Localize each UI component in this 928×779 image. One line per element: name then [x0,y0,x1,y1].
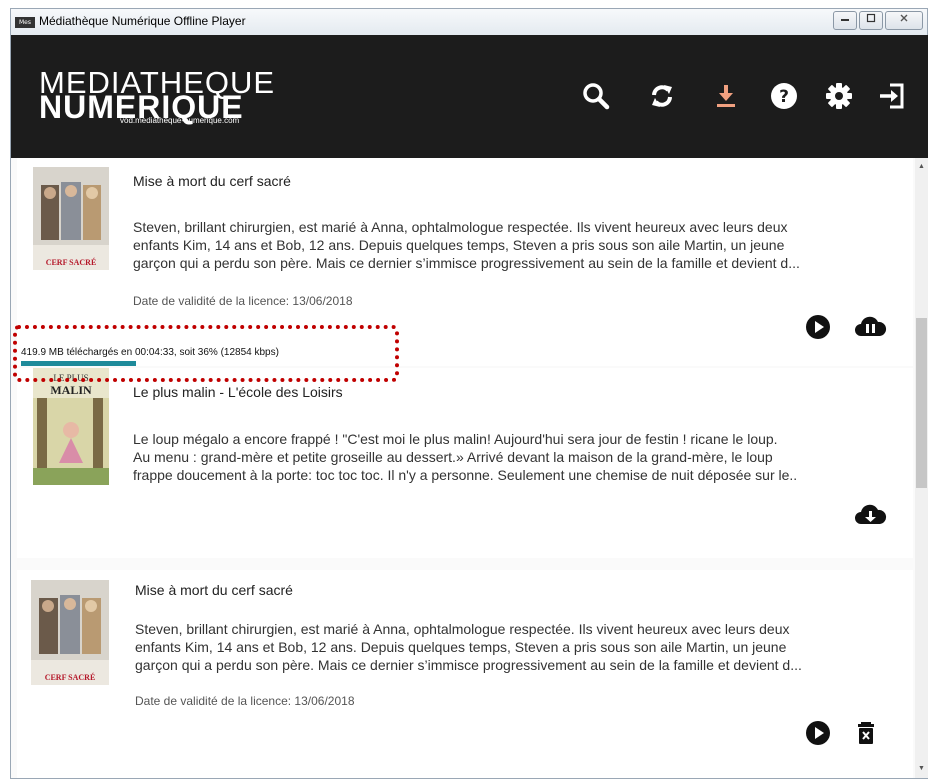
download-icon[interactable] [711,81,741,111]
logo-url: vod.mediatheque-numerique.com [120,116,240,125]
item-description-line: Steven, brillant chirurgien, est marié à… [135,621,790,637]
download-status: 419.9 MB téléchargés en 00:04:33, soit 3… [21,347,279,358]
item-title[interactable]: Le plus malin - L'école des Loisirs [133,384,343,400]
list-item: CERF SACRÉ Mise à mort du cerf sacré Ste… [17,570,913,778]
app-icon: Mes [15,17,35,28]
play-icon[interactable] [805,314,831,340]
help-icon[interactable]: ? [769,81,799,111]
license-date: Date de validité de la licence: 13/06/20… [135,694,355,708]
close-button[interactable] [885,11,923,30]
svg-text:CERF SACRÉ: CERF SACRÉ [45,672,96,682]
item-title[interactable]: Mise à mort du cerf sacré [133,173,291,189]
svg-text:MALIN: MALIN [50,383,92,397]
item-description-line: Le loup mégalo a encore frappé ! "C'est … [133,431,778,447]
download-progress-bar [21,361,341,366]
item-description-line: frappe doucement à la porte: toc toc toc… [133,467,798,483]
scroll-down-arrow[interactable]: ▼ [917,764,926,773]
movie-poster[interactable]: LE PLUS MALIN [33,368,109,485]
scroll-up-arrow[interactable]: ▲ [917,162,926,171]
delete-icon[interactable] [853,720,879,746]
item-description-line: Steven, brillant chirurgien, est marié à… [133,219,788,235]
search-icon[interactable] [581,81,611,111]
cloud-download-icon[interactable] [853,502,887,528]
svg-text:LE PLUS: LE PLUS [53,373,88,383]
item-title[interactable]: Mise à mort du cerf sacré [135,582,293,598]
maximize-icon [866,13,876,23]
sync-icon[interactable] [647,81,677,111]
vertical-scrollbar[interactable]: ▲ ▼ [915,158,928,778]
item-description-line: Au menu : grand-mère et petite groseille… [133,449,773,465]
download-progress-fill [21,361,137,366]
license-date: Date de validité de la licence: 13/06/20… [133,294,353,308]
logout-icon[interactable] [877,81,907,111]
cloud-pause-icon[interactable] [853,314,887,340]
maximize-button[interactable] [859,11,883,30]
close-icon [900,14,908,22]
play-icon[interactable] [805,720,831,746]
window-title: Médiathèque Numérique Offline Player [39,14,246,28]
item-description-line: enfants Kim, 14 ans et Bob, 12 ans. Depu… [135,639,787,655]
list-item: CERF SACRÉ Mise à mort du cerf sacré Ste… [17,158,913,366]
minimize-icon [841,19,849,21]
movie-poster[interactable]: CERF SACRÉ [31,580,109,685]
svg-text:CERF SACRÉ: CERF SACRÉ [46,257,97,267]
svg-text:?: ? [779,87,789,107]
item-description-line: garçon qui a perdu son père. Mais ce der… [133,255,800,271]
item-description-line: garçon qui a perdu son père. Mais ce der… [135,657,802,673]
movie-poster[interactable]: CERF SACRÉ [33,167,109,270]
app-window: Mes Médiathèque Numérique Offline Player… [10,8,928,779]
catalog-list: CERF SACRÉ Mise à mort du cerf sacré Ste… [11,158,915,778]
minimize-button[interactable] [833,11,857,30]
app-header: MEDIATHEQUE NUMERIQUE vod.mediatheque-nu… [11,35,928,158]
item-description-line: enfants Kim, 14 ans et Bob, 12 ans. Depu… [133,237,785,253]
list-item: LE PLUS MALIN Le plus malin - L'école de… [17,368,913,558]
settings-icon[interactable] [824,81,854,111]
title-bar: Mes Médiathèque Numérique Offline Player [11,9,927,35]
scroll-thumb[interactable] [916,318,927,488]
